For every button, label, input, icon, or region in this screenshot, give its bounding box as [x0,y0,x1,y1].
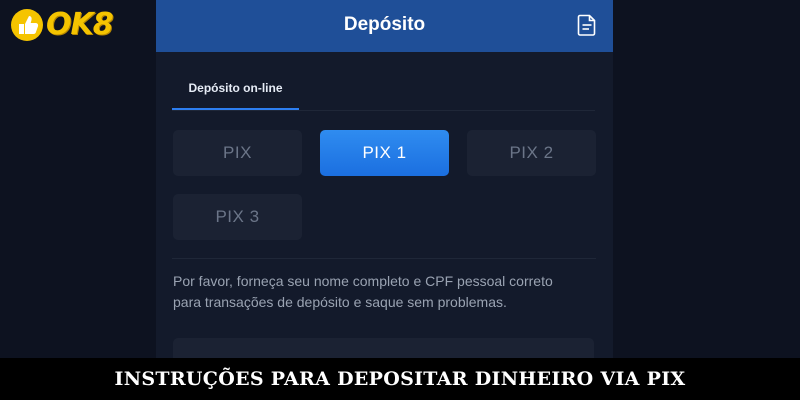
pix-option-pix-3[interactable]: PIX 3 [173,194,302,240]
thumbs-up-icon [11,9,43,41]
page-title: Depósito [343,14,426,35]
pix-option-pix-1[interactable]: PIX 1 [320,130,449,176]
name-input-field[interactable] [173,338,594,360]
pix-option-pix[interactable]: PIX [173,130,302,176]
brand-logo[interactable]: OK8 [10,6,114,44]
tab-deposito-online[interactable]: Depósito on-line [172,68,299,110]
caption-banner: INSTRUÇÕES PARA DEPOSITAR DINHEIRO VIA P… [0,358,800,400]
panel-header: Depósito [156,0,613,52]
divider [172,258,596,259]
page: OK8 Depósito Depósito on-line PIX PIX 1 … [0,0,800,400]
deposit-tabs: Depósito on-line [172,68,595,111]
document-icon[interactable] [577,14,597,36]
active-tab-indicator [172,108,299,110]
logo-text: OK8 [46,7,114,42]
cpf-notice: Por favor, forneça seu nome completo e C… [173,273,553,310]
deposit-panel: Depósito Depósito on-line PIX PIX 1 PIX … [156,0,613,360]
pix-option-pix-2[interactable]: PIX 2 [467,130,596,176]
tab-label: Depósito on-line [188,81,283,95]
